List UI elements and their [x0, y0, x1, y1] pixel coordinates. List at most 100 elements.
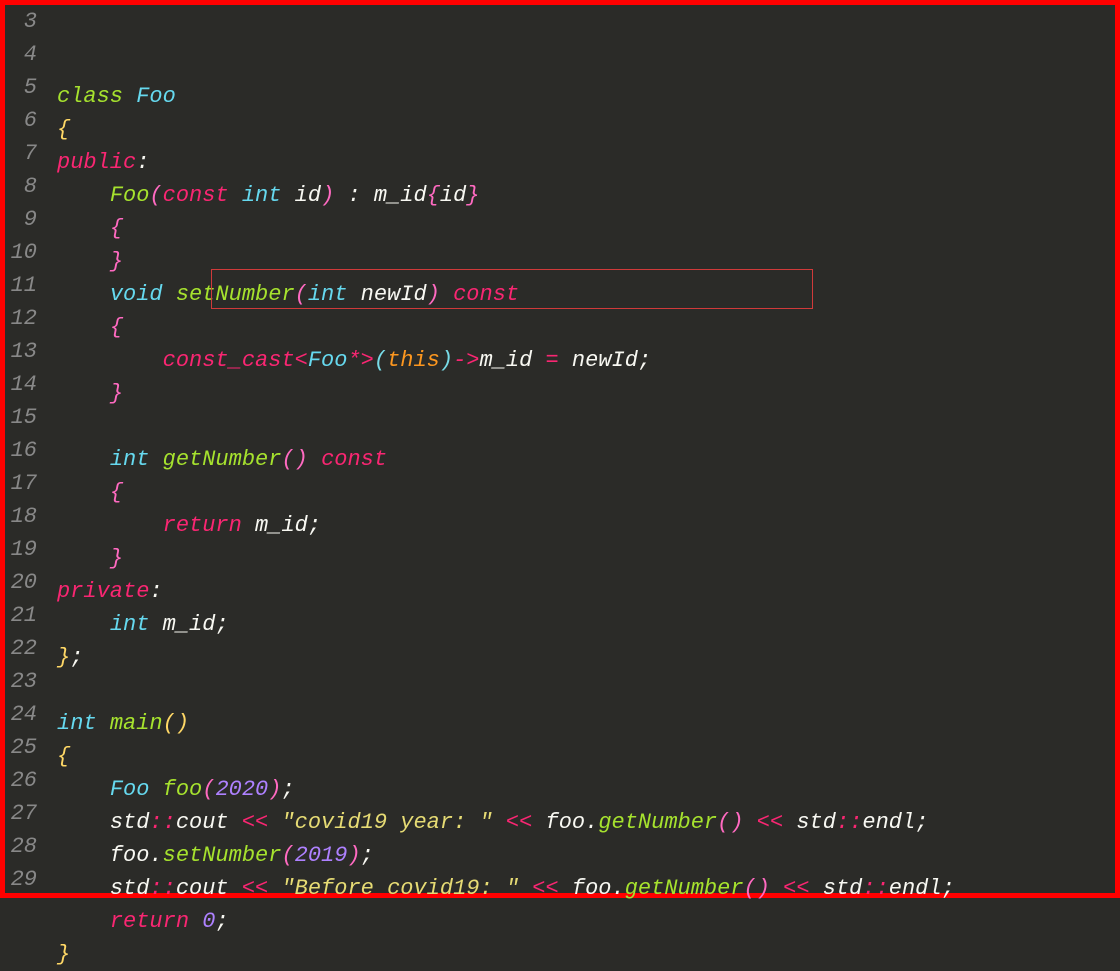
code-line[interactable]: class Foo — [49, 80, 1115, 113]
token-fn: getNumber — [163, 447, 282, 472]
line-number: 8 — [5, 170, 41, 203]
token-str: "Before covid19: " — [281, 876, 519, 901]
code-area[interactable]: class Foo{public: Foo(const int id) : m_… — [49, 5, 1115, 893]
token-brace-p: { — [110, 480, 123, 505]
token-ident: endl — [862, 810, 915, 835]
token-op: -> — [453, 348, 479, 373]
token-kw-type: int — [110, 447, 150, 472]
code-line[interactable]: return m_id; — [49, 509, 1115, 542]
token-punct — [149, 447, 162, 472]
token-fn: getNumber — [625, 876, 744, 901]
token-classname: Foo — [110, 777, 150, 802]
token-ident: newId — [361, 282, 427, 307]
line-number: 19 — [5, 533, 41, 566]
token-punct — [57, 843, 110, 868]
token-ident: foo — [572, 876, 612, 901]
token-punct — [440, 282, 453, 307]
token-op: << — [783, 876, 809, 901]
token-brace-p: { — [110, 315, 123, 340]
token-op: = — [546, 348, 559, 373]
code-line[interactable]: public: — [49, 146, 1115, 179]
line-number: 9 — [5, 203, 41, 236]
code-line[interactable]: { — [49, 212, 1115, 245]
code-line[interactable]: Foo foo(2020); — [49, 773, 1115, 806]
token-fn: setNumber — [176, 282, 295, 307]
token-punct — [783, 810, 796, 835]
token-punct — [57, 447, 110, 472]
token-kw-class: class — [57, 84, 123, 109]
code-line[interactable]: int m_id; — [49, 608, 1115, 641]
line-number: 3 — [5, 5, 41, 38]
token-classname: Foo — [308, 348, 348, 373]
code-line[interactable]: { — [49, 740, 1115, 773]
token-op: :: — [836, 810, 862, 835]
token-brace-p: } — [110, 381, 123, 406]
code-editor[interactable]: 3456789101112131415161718192021222324252… — [5, 5, 1115, 893]
token-kw-type: int — [242, 183, 282, 208]
token-ident: m_id — [480, 348, 546, 373]
token-ident: m_id — [163, 612, 216, 637]
code-line[interactable]: Foo(const int id) : m_id{id} — [49, 179, 1115, 212]
editor-frame: 3456789101112131415161718192021222324252… — [0, 0, 1120, 898]
token-ident: newId — [559, 348, 638, 373]
token-ident: foo — [110, 843, 150, 868]
line-number: 13 — [5, 335, 41, 368]
line-number: 14 — [5, 368, 41, 401]
code-line[interactable] — [49, 410, 1115, 443]
token-ident: std — [823, 876, 863, 901]
token-fn: setNumber — [163, 843, 282, 868]
token-punct — [57, 282, 110, 307]
code-line[interactable]: } — [49, 245, 1115, 278]
code-line[interactable]: std::cout << "Before covid19: " << foo.g… — [49, 872, 1115, 905]
code-line[interactable]: foo.setNumber(2019); — [49, 839, 1115, 872]
token-punct: . — [612, 876, 625, 901]
token-brace-y: } — [57, 645, 70, 670]
token-ident: endl — [889, 876, 942, 901]
code-line[interactable]: } — [49, 938, 1115, 971]
line-number: 17 — [5, 467, 41, 500]
code-line[interactable]: } — [49, 542, 1115, 575]
token-brace-p: } — [110, 546, 123, 571]
token-brace-y: () — [163, 711, 189, 736]
token-punct — [281, 183, 294, 208]
code-line[interactable]: return 0; — [49, 905, 1115, 938]
token-punct — [57, 480, 110, 505]
token-punct — [57, 810, 110, 835]
token-punct — [57, 876, 110, 901]
code-line[interactable]: std::cout << "covid19 year: " << foo.get… — [49, 806, 1115, 839]
token-punct — [57, 315, 110, 340]
code-line[interactable]: { — [49, 311, 1115, 344]
code-line[interactable]: int getNumber() const — [49, 443, 1115, 476]
code-line[interactable]: { — [49, 476, 1115, 509]
line-number: 7 — [5, 137, 41, 170]
token-op: :: — [149, 876, 175, 901]
token-op: << — [506, 810, 532, 835]
token-punct — [57, 777, 110, 802]
token-brace-b: ) — [440, 348, 453, 373]
token-ident: std — [796, 810, 836, 835]
line-number-gutter: 3456789101112131415161718192021222324252… — [5, 5, 49, 893]
token-ident: id — [295, 183, 321, 208]
line-number: 27 — [5, 797, 41, 830]
code-line[interactable]: private: — [49, 575, 1115, 608]
code-line[interactable]: } — [49, 377, 1115, 410]
token-op: :: — [862, 876, 888, 901]
code-line[interactable] — [49, 674, 1115, 707]
code-line[interactable]: }; — [49, 641, 1115, 674]
line-number: 24 — [5, 698, 41, 731]
token-punct — [519, 876, 532, 901]
line-number: 26 — [5, 764, 41, 797]
line-number: 21 — [5, 599, 41, 632]
code-line[interactable]: int main() — [49, 707, 1115, 740]
code-line[interactable]: void setNumber(int newId) const — [49, 278, 1115, 311]
token-kw-const: const — [163, 183, 229, 208]
code-line[interactable]: const_cast<Foo*>(this)->m_id = newId; — [49, 344, 1115, 377]
code-line[interactable]: { — [49, 113, 1115, 146]
token-num: 0 — [202, 909, 215, 934]
token-fn: foo — [163, 777, 203, 802]
line-number: 6 — [5, 104, 41, 137]
line-number: 12 — [5, 302, 41, 335]
line-number: 29 — [5, 863, 41, 896]
token-ident: m_id — [255, 513, 308, 538]
token-punct: : — [149, 579, 162, 604]
